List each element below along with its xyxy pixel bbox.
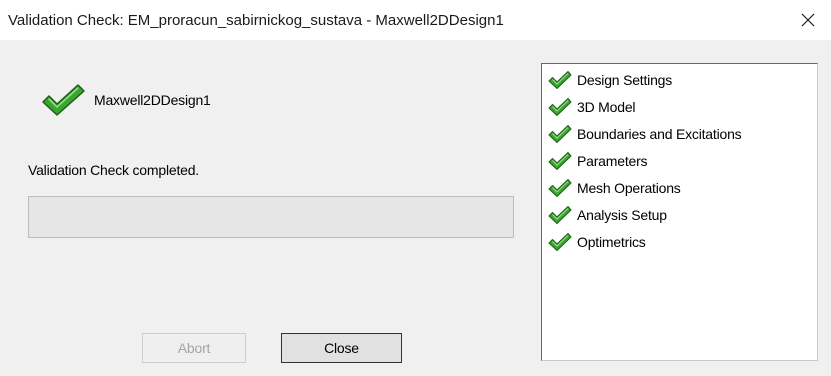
check-icon — [548, 152, 572, 170]
window-close-button[interactable] — [785, 0, 831, 40]
validation-checklist: Design Settings 3D Model Boundaries and … — [541, 63, 818, 361]
list-item-label: 3D Model — [577, 99, 636, 115]
check-icon — [42, 84, 85, 116]
design-row: Maxwell2DDesign1 — [40, 82, 211, 118]
check-icon — [548, 233, 572, 251]
list-item-design-settings: Design Settings — [548, 67, 672, 93]
design-name: Maxwell2DDesign1 — [94, 92, 211, 108]
list-item-label: Optimetrics — [577, 234, 646, 250]
list-item-mesh-operations: Mesh Operations — [548, 175, 681, 201]
check-icon — [548, 125, 572, 143]
list-item-analysis-setup: Analysis Setup — [548, 202, 667, 228]
check-icon — [548, 71, 572, 89]
list-item-label: Boundaries and Excitations — [577, 126, 742, 142]
list-item-optimetrics: Optimetrics — [548, 229, 646, 255]
status-message: Validation Check completed. — [28, 162, 199, 178]
list-item-label: Design Settings — [577, 72, 673, 88]
check-icon — [548, 206, 572, 224]
list-item-label: Analysis Setup — [577, 207, 667, 223]
window-title: Validation Check: EM_proracun_sabirnicko… — [8, 12, 504, 29]
check-icon — [548, 179, 572, 197]
progress-bar — [28, 196, 514, 238]
list-item-label: Mesh Operations — [577, 180, 681, 196]
close-icon — [801, 13, 815, 27]
list-item-boundaries: Boundaries and Excitations — [548, 121, 742, 147]
check-icon — [548, 98, 572, 116]
title-bar: Validation Check: EM_proracun_sabirnicko… — [0, 0, 831, 40]
list-item-label: Parameters — [577, 153, 648, 169]
list-item-parameters: Parameters — [548, 148, 648, 174]
close-button[interactable]: Close — [281, 333, 402, 363]
list-item-3d-model: 3D Model — [548, 94, 636, 120]
abort-button[interactable]: Abort — [142, 333, 246, 363]
